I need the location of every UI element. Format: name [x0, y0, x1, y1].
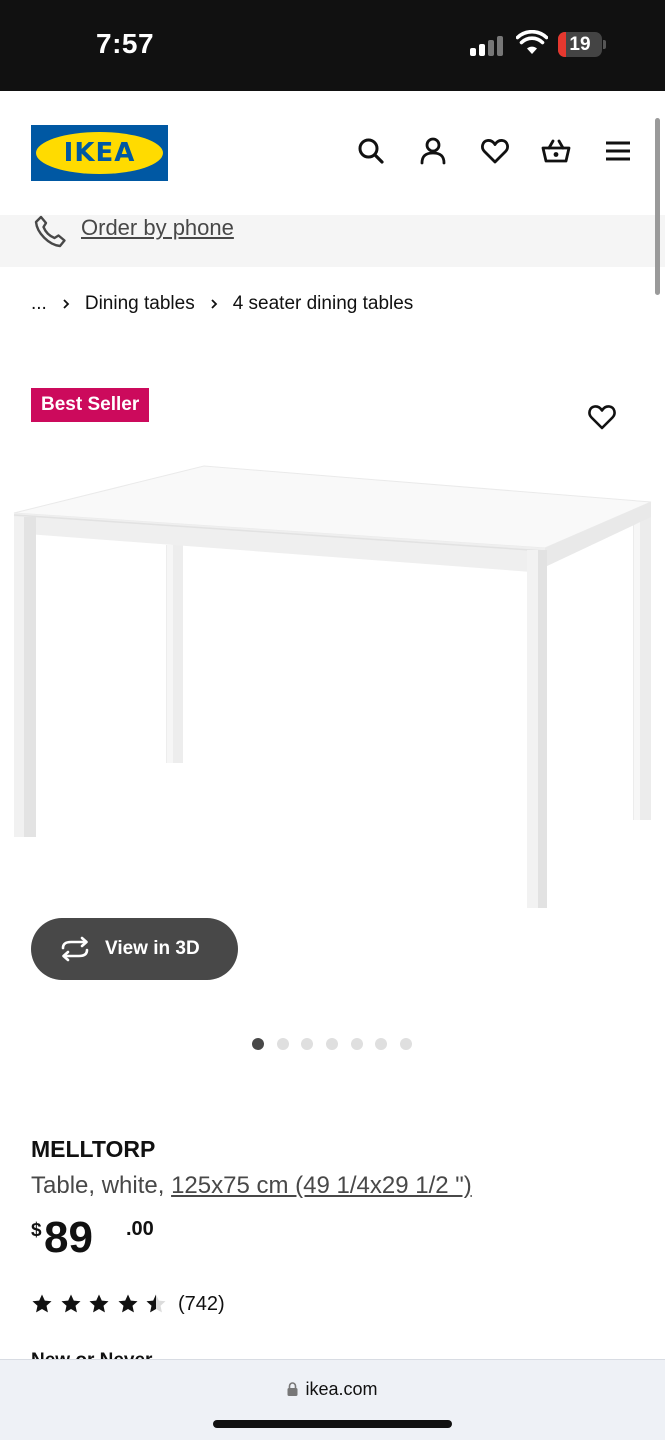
browser-address-bar[interactable]: ikea.com — [0, 1359, 665, 1440]
chevron-right-icon — [207, 297, 221, 311]
product-name: MELLTORP — [31, 1136, 156, 1162]
product-rating[interactable]: (742) — [31, 1291, 225, 1317]
breadcrumb-item-4-seater[interactable]: 4 seater dining tables — [233, 293, 414, 315]
breadcrumb: ... Dining tables 4 seater dining tables — [31, 291, 413, 317]
breadcrumb-item-dining-tables[interactable]: Dining tables — [85, 293, 195, 315]
price-integer: 89 — [44, 1213, 93, 1262]
star-half-icon — [146, 1294, 166, 1313]
star-full-icon — [89, 1294, 109, 1313]
shopping-basket-icon[interactable] — [540, 135, 572, 167]
carousel-dot[interactable] — [400, 1038, 413, 1050]
star-full-icon — [32, 1294, 52, 1313]
url-text: ikea.com — [305, 1379, 378, 1399]
search-icon[interactable] — [355, 135, 387, 167]
price-currency: $ — [31, 1220, 42, 1241]
status-time: 7:57 — [96, 28, 155, 59]
order-by-phone-link[interactable]: Order by phone — [81, 215, 234, 241]
wishlist-heart-icon[interactable] — [479, 135, 511, 167]
product-description-text: Table, white, — [31, 1172, 172, 1199]
ikea-logo[interactable]: IKEA — [31, 125, 168, 181]
star-full-icon — [118, 1294, 138, 1313]
wifi-icon — [515, 29, 549, 56]
product-image[interactable] — [0, 445, 665, 920]
site-header: IKEA — [0, 91, 665, 215]
best-seller-badge: Best Seller — [31, 388, 150, 422]
carousel-dot[interactable] — [326, 1038, 339, 1050]
logo-text: IKEA — [63, 138, 136, 168]
carousel-dot[interactable] — [375, 1038, 388, 1050]
price-decimals: .00 — [126, 1218, 154, 1240]
order-by-phone-bar: Order by phone — [0, 215, 665, 267]
carousel-dot[interactable] — [252, 1038, 264, 1050]
breadcrumb-ellipsis[interactable]: ... — [31, 293, 47, 315]
battery-icon: 19 — [558, 32, 606, 57]
battery-level: 19 — [569, 34, 591, 55]
rotate-3d-icon — [58, 936, 92, 962]
account-icon[interactable] — [417, 135, 449, 167]
review-count[interactable]: (742) — [178, 1293, 225, 1316]
menu-icon[interactable] — [602, 135, 634, 167]
battery-cap — [603, 40, 606, 49]
url-display[interactable]: ikea.com — [0, 1379, 665, 1400]
carousel-dot[interactable] — [301, 1038, 314, 1050]
carousel-dot[interactable] — [276, 1038, 289, 1050]
phone-icon — [33, 215, 67, 249]
view-in-3d-label: View in 3D — [105, 938, 200, 959]
image-carousel-dots[interactable] — [252, 1038, 413, 1050]
view-in-3d-button[interactable]: View in 3D — [31, 918, 238, 980]
status-bar: 7:57 19 — [0, 0, 665, 91]
product-description: Table, white, 125x75 cm (49 1/4x29 1/2 "… — [31, 1172, 472, 1200]
page-scrollbar[interactable] — [655, 118, 660, 295]
home-indicator — [213, 1420, 452, 1428]
chevron-right-icon — [59, 297, 73, 311]
add-to-wishlist-heart-icon[interactable] — [586, 401, 618, 433]
cellular-signal-icon — [470, 34, 506, 56]
carousel-dot[interactable] — [350, 1038, 363, 1050]
star-full-icon — [61, 1294, 81, 1313]
battery-body: 19 — [558, 32, 602, 57]
lock-icon — [287, 1382, 298, 1396]
product-size-link[interactable]: 125x75 cm (49 1/4x29 1/2 ") — [171, 1172, 472, 1199]
